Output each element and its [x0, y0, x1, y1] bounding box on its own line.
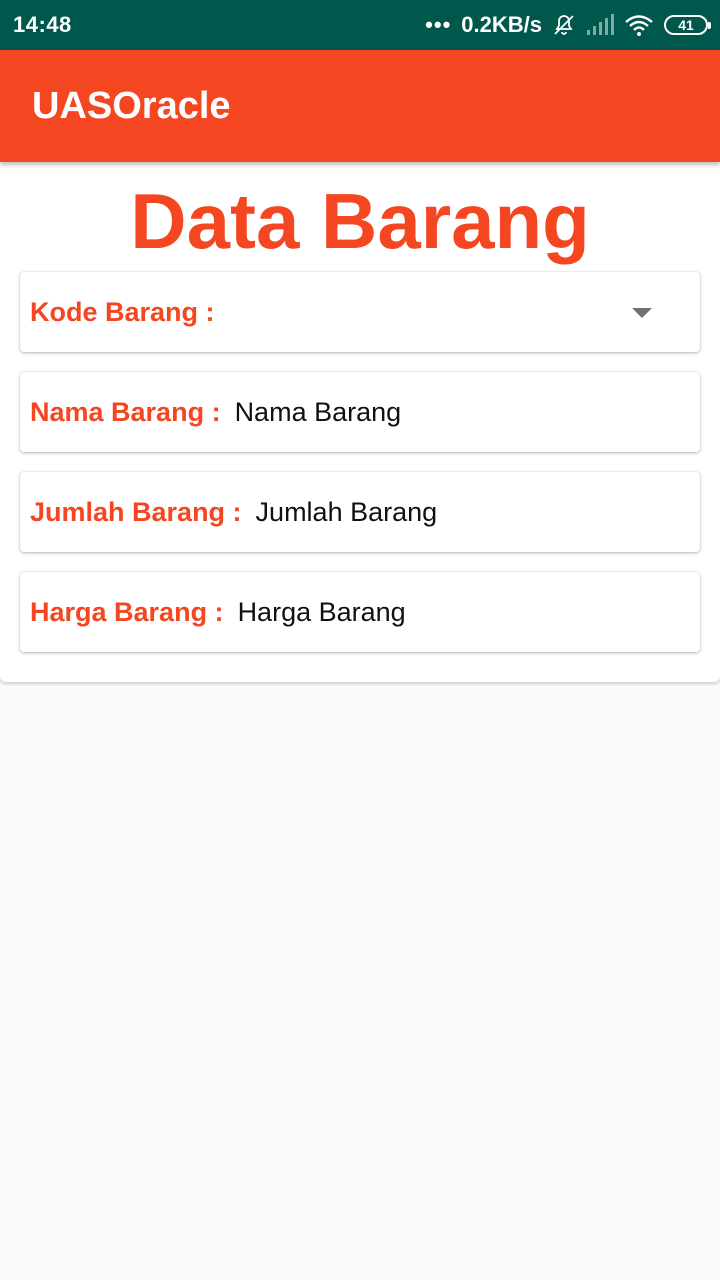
status-time: 14:48	[13, 12, 72, 37]
dropdown-arrow-icon[interactable]	[632, 308, 652, 318]
network-speed: 0.2KB/s	[461, 12, 542, 37]
status-icons: ••• 0.2KB/s 41	[425, 12, 711, 38]
page-title: Data Barang	[130, 177, 590, 265]
form-container: Data Barang Kode Barang : Nama Barang : …	[0, 162, 720, 682]
harga-barang-row: Harga Barang : Harga Barang	[20, 572, 700, 652]
battery-icon: 41	[664, 15, 711, 35]
status-bar: 14:48 ••• 0.2KB/s 41	[0, 0, 720, 50]
notification-dots: •••	[425, 12, 452, 37]
app-bar: UASOracle	[0, 50, 720, 162]
nama-barang-label: Nama Barang :	[30, 396, 221, 427]
battery-level: 41	[678, 17, 694, 33]
signal-icon	[586, 14, 614, 36]
kode-barang-spinner[interactable]: Kode Barang :	[20, 272, 700, 352]
kode-barang-label: Kode Barang :	[30, 296, 215, 327]
nama-barang-row: Nama Barang : Nama Barang	[20, 372, 700, 452]
wifi-icon	[624, 14, 654, 36]
app-title: UASOracle	[32, 84, 231, 127]
nama-barang-field[interactable]: Nama Barang	[235, 397, 402, 428]
bell-off-icon	[552, 13, 576, 37]
jumlah-barang-row: Jumlah Barang : Jumlah Barang	[20, 472, 700, 552]
jumlah-barang-field[interactable]: Jumlah Barang	[256, 497, 438, 528]
harga-barang-field[interactable]: Harga Barang	[238, 597, 406, 628]
jumlah-barang-label: Jumlah Barang :	[30, 496, 242, 527]
harga-barang-label: Harga Barang :	[30, 596, 224, 627]
